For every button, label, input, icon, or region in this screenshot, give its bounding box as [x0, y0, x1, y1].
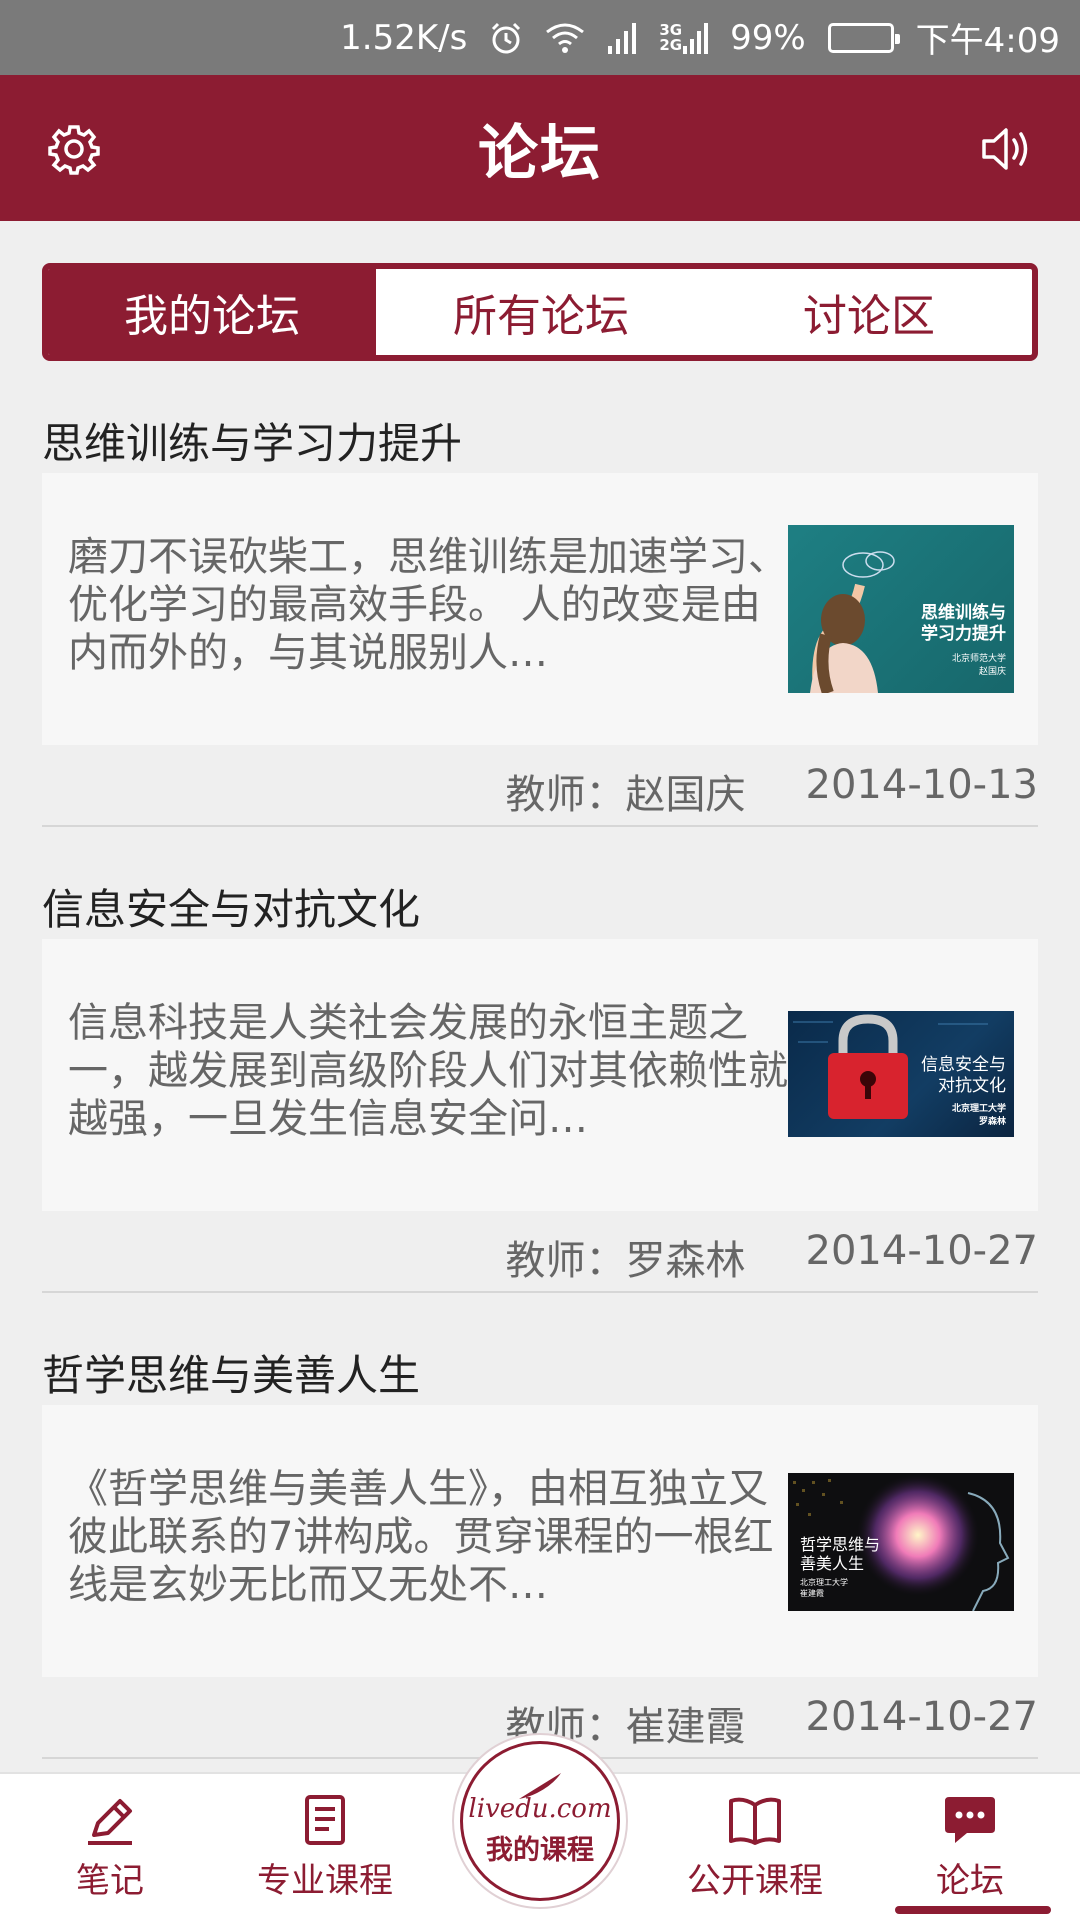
my-courses-button[interactable]: livedu.com 我的课程	[452, 1733, 628, 1909]
forum-date: 2014-10-13	[805, 762, 1038, 808]
nav-pro-label: 专业课程	[257, 1861, 393, 1901]
thumbnail-title-line: 对抗文化	[938, 1076, 1006, 1096]
thumbnail-author: 崔建霞	[800, 1589, 824, 1598]
forum-item[interactable]: 思维训练与学习力提升 磨刀不误砍柴工，思维训练是加速学习、优化学习的最高效手段。…	[42, 395, 1038, 861]
forum-meta: 教师：罗森林 2014-10-27	[506, 1228, 1038, 1286]
forum-meta: 教师：赵国庆 2014-10-13	[506, 762, 1038, 820]
thumbnail-title-line: 信息安全与	[921, 1055, 1006, 1075]
thumbnail-subtitle: 北京理工大学 罗森林	[952, 1103, 1006, 1129]
chat-bubble-icon	[945, 1797, 995, 1843]
forum-item[interactable]: 信息安全与对抗文化 信息科技是人类社会发展的永恒主题之一，越发展到高级阶段人们对…	[42, 861, 1038, 1327]
forum-summary: 磨刀不误砍柴工，思维训练是加速学习、优化学习的最高效手段。 人的改变是由内而外的…	[68, 534, 788, 676]
battery-percent: 99%	[730, 17, 806, 58]
active-tab-indicator	[895, 1906, 1051, 1914]
thumbnail-title: 信息安全与 对抗文化	[921, 1055, 1006, 1097]
gear-icon[interactable]	[46, 121, 102, 177]
forum-title: 信息安全与对抗文化	[42, 885, 421, 934]
forum-date: 2014-10-27	[805, 1228, 1038, 1274]
divider	[42, 825, 1038, 827]
open-book-icon	[729, 1797, 781, 1845]
mobile-network-icon: 3G 2G	[659, 22, 709, 54]
forum-date: 2014-10-27	[805, 1694, 1038, 1740]
thumbnail-title-line: 思维训练与	[921, 603, 1006, 623]
tab-all-forums[interactable]: 所有论坛	[376, 269, 706, 355]
battery-icon	[827, 22, 900, 53]
wifi-icon	[545, 22, 585, 54]
forum-summary: 《哲学思维与美善人生》，由相互独立又彼此联系的7讲构成。贯穿课程的一根红线是玄妙…	[68, 1466, 774, 1608]
forum-tabs: 我的论坛 所有论坛 讨论区	[42, 263, 1038, 361]
nav-open-courses[interactable]: 公开课程	[670, 1774, 840, 1920]
thumbnail-title-line: 学习力提升	[921, 624, 1006, 644]
divider	[42, 1291, 1038, 1293]
feather-pen-icon	[519, 1773, 561, 1799]
course-thumbnail: 信息安全与 对抗文化 北京理工大学 罗森林	[788, 1011, 1014, 1137]
forum-title: 思维训练与学习力提升	[42, 419, 463, 468]
my-courses-badge: livedu.com 我的课程	[460, 1741, 620, 1901]
course-thumbnail: 思维训练与 学习力提升 北京师范大学 赵国庆	[788, 525, 1014, 693]
thumbnail-school: 北京理工大学	[951, 1104, 1006, 1114]
network-speed: 1.52K/s	[340, 17, 468, 58]
thumbnail-school: 北京理工大学	[800, 1578, 848, 1587]
thumbnail-school: 北京师范大学	[951, 654, 1006, 664]
tab-my-forum[interactable]: 我的论坛	[48, 269, 376, 355]
forum-summary: 信息科技是人类社会发展的永恒主题之一，越发展到高级阶段人们对其依赖性就越强，一旦…	[68, 1000, 788, 1142]
forum-title: 哲学思维与美善人生	[42, 1351, 421, 1400]
speaker-icon[interactable]	[978, 121, 1034, 177]
nav-notes[interactable]: 笔记	[45, 1774, 175, 1920]
teacher-label: 教师：罗森林	[505, 1238, 746, 1284]
tab-discussion[interactable]: 讨论区	[706, 269, 1032, 355]
forum-card[interactable]: 磨刀不误砍柴工，思维训练是加速学习、优化学习的最高效手段。 人的改变是由内而外的…	[42, 473, 1038, 745]
signal-icon	[607, 22, 637, 54]
thumbnail-subtitle: 北京师范大学 赵国庆	[952, 653, 1006, 679]
clock: 下午4:09	[915, 21, 1060, 61]
status-bar: 1.52K/s 3G 2G 99% 下午4:09	[0, 0, 1080, 75]
my-courses-label: 我的课程	[486, 1834, 594, 1866]
forum-item[interactable]: 哲学思维与美善人生 《哲学思维与美善人生》，由相互独立又彼此联系的7讲构成。贯穿…	[42, 1327, 1038, 1793]
teacher-label: 教师：赵国庆	[505, 772, 746, 818]
nav-pro-courses[interactable]: 专业课程	[240, 1774, 410, 1920]
thumbnail-title-line: 善美人生	[800, 1554, 865, 1573]
thumbnail-title-line: 哲学思维与	[800, 1535, 881, 1554]
net-2g-label: 2G	[659, 35, 683, 54]
thumbnail-title: 思维训练与 学习力提升	[921, 603, 1006, 645]
forum-card[interactable]: 《哲学思维与美善人生》，由相互独立又彼此联系的7讲构成。贯穿课程的一根红线是玄妙…	[42, 1405, 1038, 1677]
course-thumbnail: 哲学思维与 善美人生 北京理工大学 崔建霞	[788, 1473, 1014, 1611]
page-title: 论坛	[478, 118, 602, 189]
thumbnail-subtitle: 北京理工大学 崔建霞	[800, 1577, 848, 1599]
thumbnail-title: 哲学思维与 善美人生	[800, 1535, 880, 1573]
nav-notes-label: 笔记	[76, 1861, 144, 1901]
nav-forum-label: 论坛	[936, 1861, 1004, 1901]
notebook-icon	[305, 1795, 345, 1845]
thumbnail-author: 罗森林	[978, 1117, 1006, 1127]
thumbnail-author: 赵国庆	[978, 667, 1006, 677]
forum-meta: 教师：崔建霞 2014-10-27	[506, 1694, 1038, 1752]
alarm-icon	[489, 21, 523, 55]
pencil-icon	[88, 1799, 132, 1845]
app-header: 论坛	[0, 75, 1080, 221]
forum-list: 思维训练与学习力提升 磨刀不误砍柴工，思维训练是加速学习、优化学习的最高效手段。…	[42, 395, 1038, 1793]
forum-card[interactable]: 信息科技是人类社会发展的永恒主题之一，越发展到高级阶段人们对其依赖性就越强，一旦…	[42, 939, 1038, 1211]
nav-forum[interactable]: 论坛	[905, 1774, 1035, 1920]
nav-open-label: 公开课程	[687, 1861, 823, 1901]
